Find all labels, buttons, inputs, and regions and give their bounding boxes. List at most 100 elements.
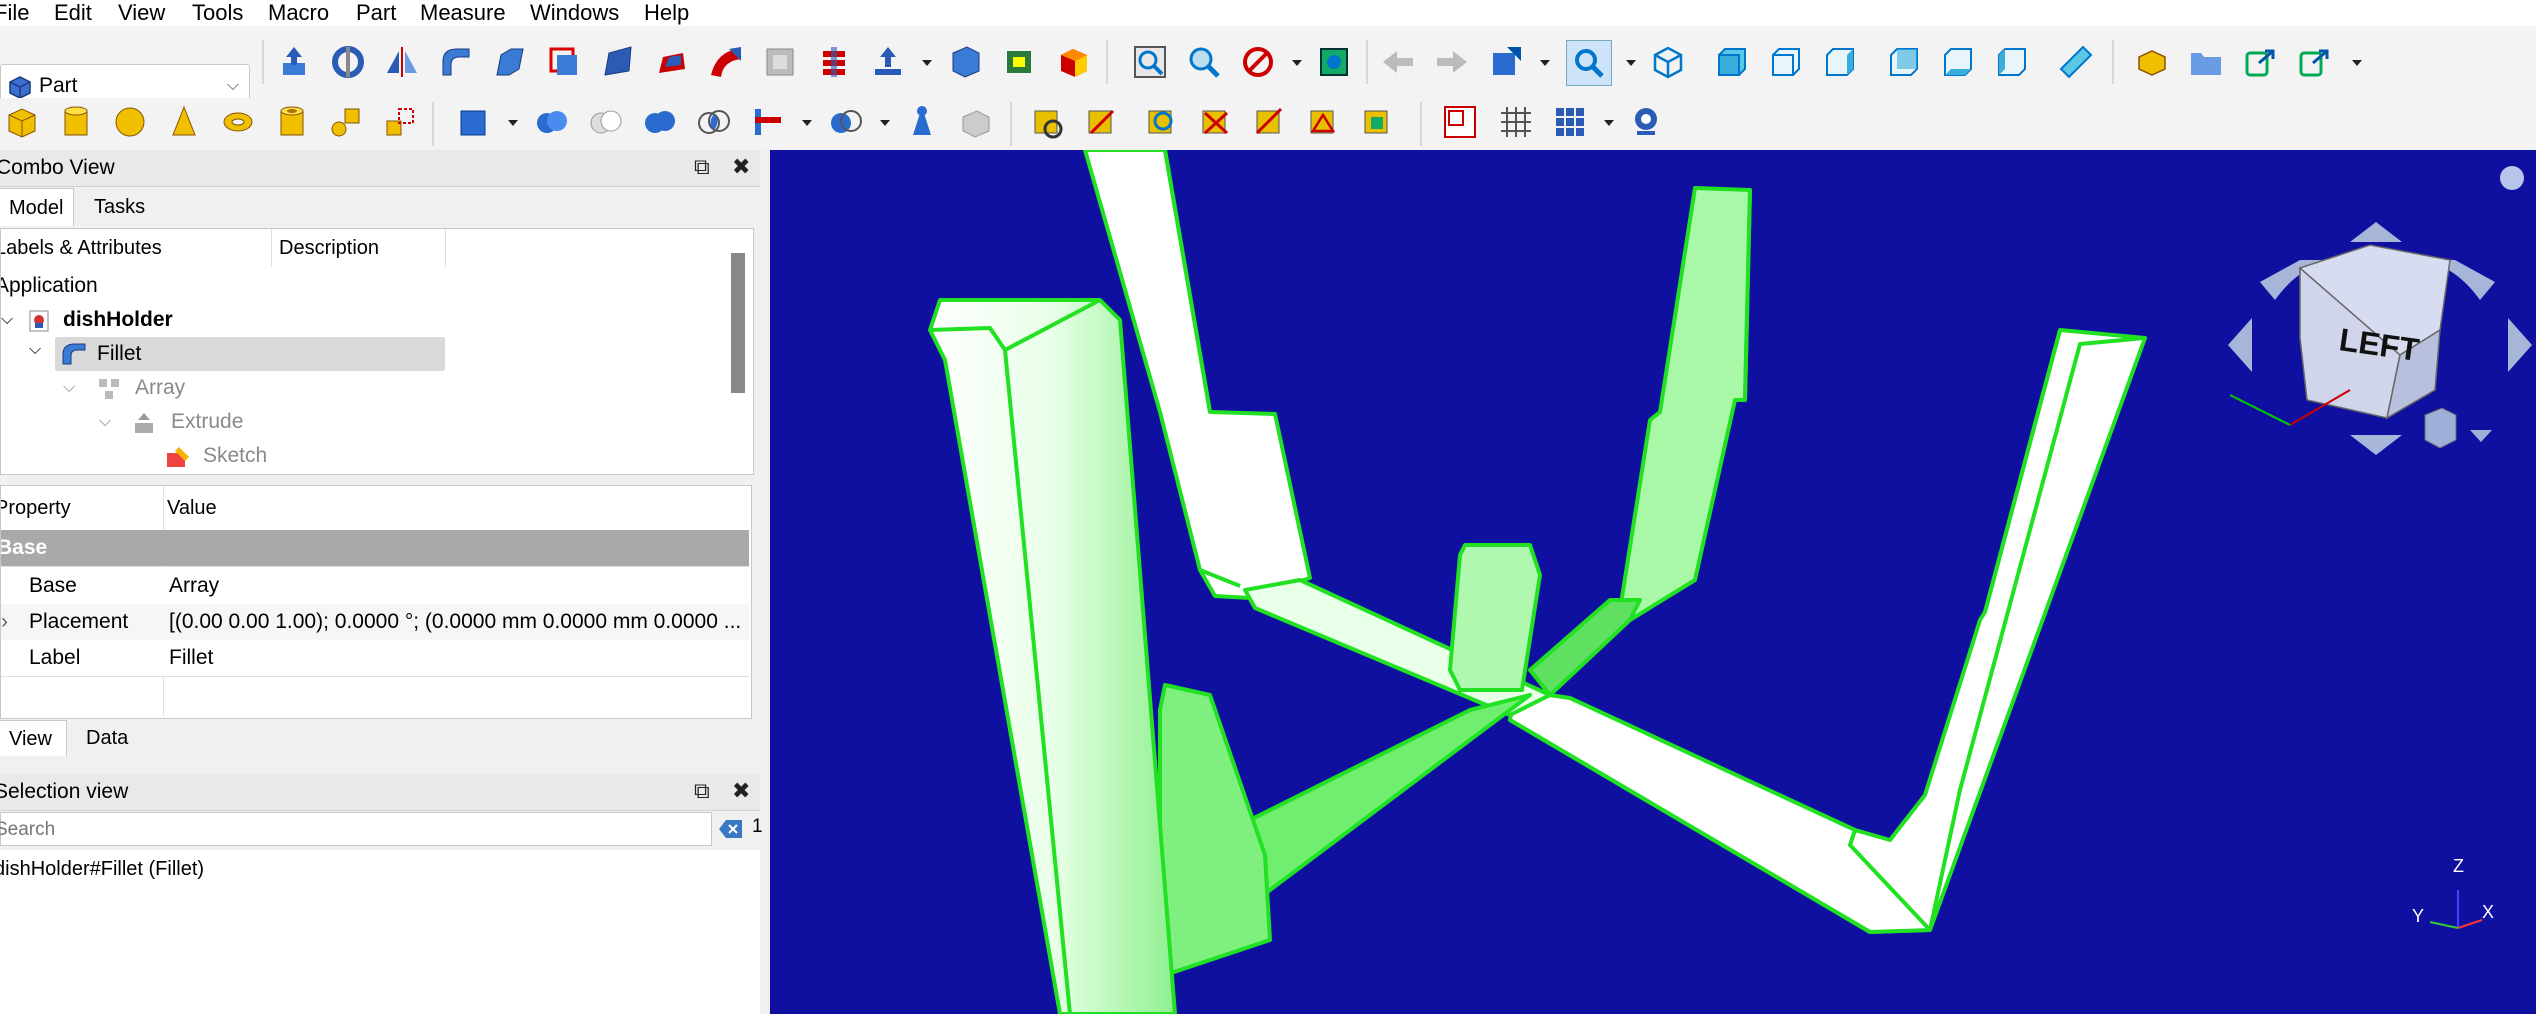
fit-selection-icon[interactable] (1182, 40, 1226, 84)
fillet-tool-icon[interactable] (434, 40, 478, 84)
chevron-down-icon[interactable] (1292, 60, 1302, 66)
compound-tools-icon[interactable] (452, 100, 496, 144)
view-isometric-icon[interactable] (1646, 40, 1690, 84)
measure-toggle-all-icon[interactable] (1248, 100, 1292, 144)
section-icon[interactable] (758, 40, 802, 84)
make-sublink-icon[interactable] (2292, 40, 2336, 84)
view-front-icon[interactable] (1710, 40, 1754, 84)
common-icon[interactable] (692, 100, 736, 144)
chevron-right-icon[interactable]: › (1, 604, 8, 640)
property-row-label[interactable]: Label Fillet (1, 640, 749, 677)
chevron-down-icon[interactable] (802, 120, 812, 126)
chevron-down-icon[interactable] (2352, 60, 2362, 66)
menu-view[interactable]: View (118, 0, 165, 26)
selection-search-box[interactable] (0, 812, 712, 846)
tube-primitive-icon[interactable] (270, 100, 314, 144)
sphere-primitive-icon[interactable] (108, 100, 152, 144)
clear-search-icon[interactable] (718, 818, 744, 840)
view-top-icon[interactable] (1764, 40, 1808, 84)
chevron-down-icon[interactable] (1604, 120, 1614, 126)
draw-style-icon[interactable] (1236, 40, 1280, 84)
loft-icon[interactable] (650, 40, 694, 84)
back-arrow-icon[interactable] (1376, 40, 1420, 84)
chevron-down-icon[interactable]: ⌵ (99, 405, 111, 439)
clipping-plane-icon[interactable] (1438, 100, 1482, 144)
addon-eye-icon[interactable] (1624, 100, 1668, 144)
bounding-box-icon[interactable] (1312, 40, 1356, 84)
fit-all-icon[interactable] (1128, 40, 1172, 84)
tree-header-labels[interactable]: Labels & Attributes (1, 229, 162, 267)
3d-model[interactable]: LEFT Z X Y (770, 150, 2536, 1014)
cone-primitive-icon[interactable] (162, 100, 206, 144)
ruled-surface-icon[interactable] (596, 40, 640, 84)
menu-measure[interactable]: Measure (420, 0, 506, 26)
tree-item-fillet[interactable]: Fillet (55, 337, 445, 371)
chevron-down-icon[interactable] (1626, 60, 1636, 66)
tree-item-application[interactable]: Application (1, 269, 98, 303)
chevron-down-icon[interactable]: ⌵ (29, 341, 41, 359)
tab-tasks[interactable]: Tasks (80, 188, 159, 226)
make-face-icon[interactable] (542, 40, 586, 84)
split-tools-icon[interactable] (824, 100, 868, 144)
color-per-face-icon[interactable] (1052, 40, 1096, 84)
measure-angular-icon[interactable] (1080, 100, 1124, 144)
chevron-down-icon[interactable] (880, 120, 890, 126)
chevron-down-icon[interactable]: ⌵ (63, 371, 75, 405)
menu-macro[interactable]: Macro (268, 0, 329, 26)
revolve-tool-icon[interactable] (326, 40, 370, 84)
cube-primitive-icon[interactable] (0, 100, 44, 144)
measure-clear-icon[interactable] (1194, 100, 1238, 144)
torus-primitive-icon[interactable] (216, 100, 260, 144)
tree-item-extrude[interactable]: ⌵ Extrude (99, 405, 399, 439)
property-row-base[interactable]: Base Array (1, 568, 749, 605)
measure-toggle-delta-icon[interactable] (1356, 100, 1400, 144)
tree-header-description[interactable]: Description (279, 229, 379, 267)
mirror-tool-icon[interactable] (380, 40, 424, 84)
make-link-icon[interactable] (2238, 40, 2282, 84)
offset-tool-icon[interactable] (866, 40, 910, 84)
shape-builder-icon[interactable] (378, 100, 422, 144)
menu-help[interactable]: Help (644, 0, 689, 26)
float-icon[interactable]: ⧉ (694, 154, 710, 180)
snap-grid-icon[interactable] (1548, 100, 1592, 144)
property-header[interactable]: Property (1, 486, 71, 530)
cross-sections-icon[interactable] (812, 40, 856, 84)
grid-toggle-icon[interactable] (1494, 100, 1538, 144)
chevron-down-icon[interactable] (508, 120, 518, 126)
3d-viewport[interactable]: LEFT Z X Y (770, 150, 2536, 1014)
selection-item[interactable]: dishHolder#Fillet (Fillet) (0, 858, 204, 881)
float-icon[interactable]: ⧉ (694, 778, 710, 804)
cylinder-primitive-icon[interactable] (54, 100, 98, 144)
tab-data[interactable]: Data (72, 720, 142, 756)
property-group-base[interactable]: Base (1, 530, 749, 567)
tree-scrollbar[interactable] (731, 253, 745, 393)
boolean-icon[interactable] (530, 100, 574, 144)
std-views-icon[interactable] (1566, 40, 1612, 86)
tree-item-sketch[interactable]: Sketch (165, 439, 465, 473)
menu-file[interactable]: File (0, 0, 29, 26)
close-icon[interactable]: ✖ (732, 778, 750, 804)
create-part-icon[interactable] (2130, 40, 2174, 84)
defeaturing-icon[interactable] (954, 100, 998, 144)
extrude-tool-icon[interactable] (272, 40, 316, 84)
menu-tools[interactable]: Tools (192, 0, 243, 26)
tree-item-dishholder[interactable]: ⌵ dishHolder (1, 303, 301, 337)
menu-windows[interactable]: Windows (530, 0, 619, 26)
chevron-down-icon[interactable] (1540, 60, 1550, 66)
menu-edit[interactable]: Edit (54, 0, 92, 26)
sweep-icon[interactable] (704, 40, 748, 84)
view-bottom-icon[interactable] (1936, 40, 1980, 84)
thickness-icon[interactable] (944, 40, 988, 84)
projection-icon[interactable] (998, 40, 1042, 84)
cut-icon[interactable] (584, 100, 628, 144)
search-input[interactable] (0, 816, 697, 844)
view-left-icon[interactable] (1990, 40, 2034, 84)
chevron-down-icon[interactable] (922, 60, 932, 66)
measure-toggle-3d-icon[interactable] (1302, 100, 1346, 144)
tab-view[interactable]: View (0, 720, 67, 756)
chamfer-tool-icon[interactable] (488, 40, 532, 84)
check-geometry-icon[interactable] (900, 100, 944, 144)
create-group-icon[interactable] (2184, 40, 2228, 84)
navigation-cube[interactable]: LEFT (2228, 166, 2532, 455)
fuse-icon[interactable] (638, 100, 682, 144)
